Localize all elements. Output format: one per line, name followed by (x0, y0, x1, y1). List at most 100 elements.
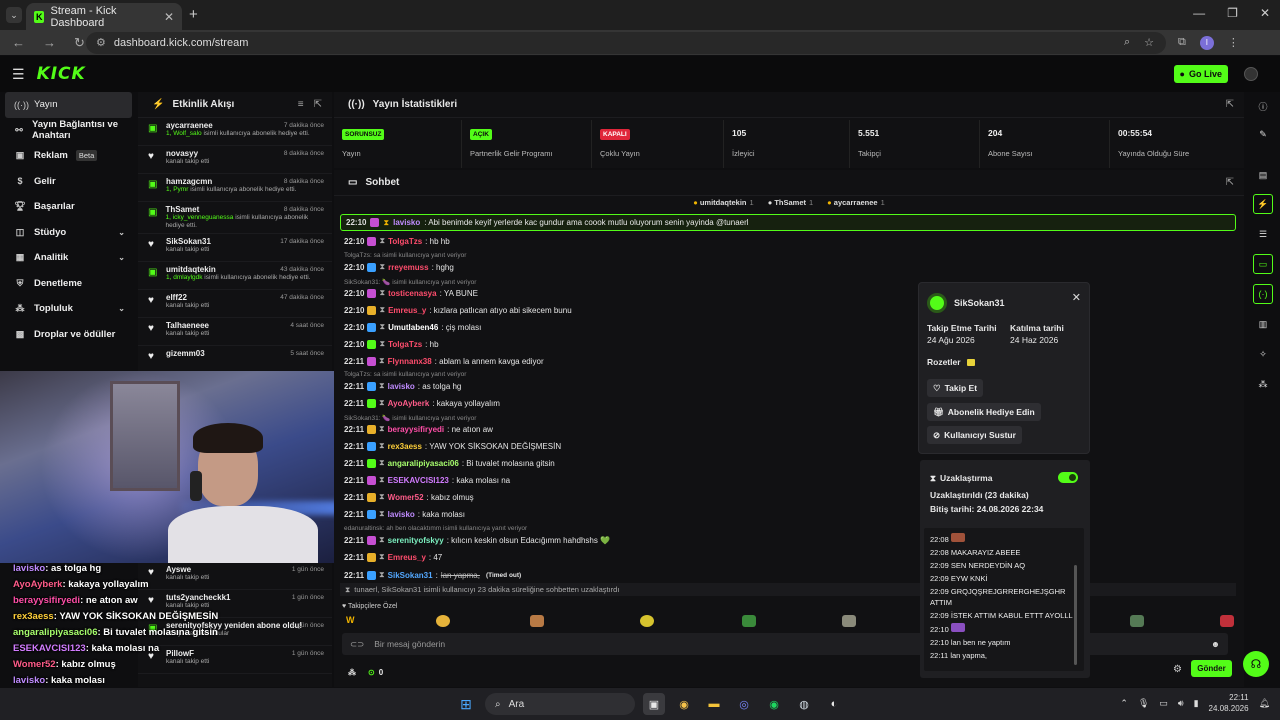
back-icon[interactable]: ← (12, 35, 25, 51)
notification-icon[interactable]: 🔔︎ (1259, 698, 1270, 709)
close-window-icon[interactable]: ✕ (1260, 6, 1270, 20)
event-username[interactable]: hamzagcmn (166, 177, 296, 186)
chat-message[interactable]: 22:11 ⧗ AyoAyberk: kakaya yollayalım (344, 398, 500, 408)
tools-icon[interactable]: ✧ (1253, 344, 1273, 364)
activity-event[interactable]: ▣ hamzagcmn 1, Pymr isimli kullanıcıya abo… (138, 174, 332, 202)
chat-rail-icon[interactable]: ▭ (1253, 254, 1273, 274)
battery-icon[interactable]: ▮ (1194, 698, 1199, 709)
highlighted-message[interactable]: 22:10 ⧗ lavisko : Abi benimde keyif yerl… (340, 214, 1236, 231)
steam-icon[interactable]: ◍ (793, 693, 815, 715)
chevron-down-icon[interactable]: ⌄ (118, 228, 125, 237)
filter-icon[interactable]: ≡ (298, 99, 304, 110)
url-field[interactable]: ⚙ dashboard.kick.com/stream ⌕ ☆ (86, 31, 1166, 54)
chat-message[interactable]: 22:11 ⧗ lavisko: as tolga hg (344, 381, 461, 391)
chat-message[interactable]: 22:10 ⧗ tosticenasya: YA BUNE (344, 288, 478, 298)
task-view-icon[interactable]: ▣ (643, 693, 665, 715)
activity-event[interactable]: ▣ ThSamet 1, icky_venneguanessa isimli kul… (138, 202, 332, 235)
chat-input[interactable]: ⊂⊃ Bir mesaj gönderin ☻ (342, 633, 1228, 655)
activity-event[interactable]: ▣ umitdaqtekin 1, dmlaylgdk isimli kullanı… (138, 262, 332, 291)
site-info-icon[interactable]: ⚙ (96, 36, 106, 49)
message-username[interactable]: lavisko (388, 382, 415, 391)
bookmark-star-icon[interactable]: ☆ (1144, 36, 1154, 49)
close-popup-icon[interactable]: ✕ (1072, 291, 1081, 304)
tab-search-icon[interactable]: ⌄ (6, 7, 22, 23)
volume-icon[interactable]: 🔊︎ (1178, 698, 1184, 709)
emote-w-icon[interactable]: W (346, 615, 360, 627)
activity-event[interactable]: ▣ aycarraenee 1, Wolf_salo isimli kullanıc… (138, 118, 332, 146)
emote-cat-icon[interactable] (842, 615, 856, 627)
top-gifter[interactable]: ● aycarraenee 1 (827, 198, 885, 210)
tray-chevron-icon[interactable]: ⌃ (1120, 698, 1128, 709)
chat-message[interactable]: 22:10 ⧗ rreyemuss: hghg (344, 262, 454, 272)
browser-tab[interactable]: K Stream - Kick Dashboard ✕ (26, 3, 182, 30)
sidebar-item[interactable]: 🏆︎ Başarılar (0, 194, 137, 220)
emote-pic-icon[interactable] (530, 615, 544, 627)
taskbar-search[interactable]: ⌕ Ara (485, 693, 635, 715)
chevron-down-icon[interactable]: ⌄ (118, 253, 125, 262)
activity-event[interactable]: ♥ SikSokan31 kanalı takip etti 17 dakika ön… (138, 234, 332, 263)
chat-message[interactable]: 22:11 ⧗ lavisko: kaka molası (344, 509, 465, 519)
gift-sub-button[interactable]: 🎁︎ Abonelik Hediye Edin (927, 403, 1041, 421)
message-username[interactable]: TolgaTzs (388, 237, 422, 246)
message-username[interactable]: lavisko (388, 510, 415, 519)
sidebar-item[interactable]: ◫ Stüdyo ⌄ (0, 220, 137, 246)
top-gifter[interactable]: ● ThSamet 1 (768, 198, 813, 210)
layout-icon[interactable]: ▤ (1253, 165, 1273, 185)
windows-start-icon[interactable]: ⊞ (455, 693, 477, 715)
file-explorer-icon[interactable]: ▬ (703, 693, 725, 715)
sidebar-item[interactable]: ▩ Droplar ve ödüller (0, 322, 137, 348)
chat-message[interactable]: 22:11 ⧗ Emreus_y: 47 (344, 552, 442, 562)
message-username[interactable]: ESEKAVCISI123 (388, 476, 449, 485)
event-username[interactable]: gizemm03 (166, 349, 205, 358)
emote-face-icon[interactable] (436, 615, 450, 627)
chat-message[interactable]: 22:11 ⧗ rex3aess: YAW YOK SİKSOKAN DEĞİŞME… (344, 441, 561, 451)
message-username[interactable]: lavisko (393, 218, 420, 227)
chrome-icon[interactable]: ◉ (673, 693, 695, 715)
community-icon[interactable]: ⁂ (348, 668, 356, 677)
obs-icon[interactable]: ◐ (823, 693, 845, 715)
chat-message[interactable]: 22:11 ⧗ angaralipiyasaci06: Bi tuvalet mol… (344, 458, 555, 468)
message-username[interactable]: serenityofskyy (388, 536, 444, 545)
mic-icon[interactable]: 🎙︎ (1138, 698, 1149, 709)
tab-close-icon[interactable]: ✕ (164, 10, 174, 24)
chevron-down-icon[interactable]: ⌄ (118, 304, 125, 313)
chat-message[interactable]: 22:10 ⧗ TolgaTzs: hb (344, 339, 439, 349)
follow-button[interactable]: ♡ Takip Et (927, 379, 984, 397)
sidebar-item[interactable]: $ Gelir (0, 169, 137, 195)
spotify-icon[interactable]: ◉ (763, 693, 785, 715)
sidebar-item[interactable]: ▣ Reklam Beta (0, 143, 137, 169)
chat-message[interactable]: 22:11 ⧗ SikSokan31: lan yapma, (Timed out) (344, 570, 521, 580)
emote-frog-icon[interactable] (742, 615, 756, 627)
sidebar-item[interactable]: ⛨ Denetleme (0, 271, 137, 297)
activity-event[interactable]: ♥ novasyy kanalı takip etti 8 dakika önce (138, 146, 332, 174)
message-username[interactable]: Emreus_y (388, 553, 426, 562)
chat-message[interactable]: 22:11 ⧗ ESEKAVCISI123: kaka molası na (344, 475, 510, 485)
stats-rail-icon[interactable]: (·) (1253, 284, 1273, 304)
help-chat-icon[interactable]: ☊ (1243, 651, 1269, 677)
message-username[interactable]: rex3aess (388, 442, 422, 451)
emote-pepe-icon[interactable] (1130, 615, 1144, 627)
message-username[interactable]: AyoAyberk (388, 399, 430, 408)
top-gifter[interactable]: ● umitdaqtekin 1 (693, 198, 753, 210)
sidebar-item[interactable]: ((·)) Yayın (5, 92, 132, 118)
mute-user-button[interactable]: ⊘ Kullanıcıyı Sustur (927, 426, 1022, 444)
edit-icon[interactable]: ✎ (1253, 124, 1273, 144)
message-username[interactable]: TolgaTzs (388, 340, 422, 349)
hamburger-menu-icon[interactable]: ☰ (12, 66, 25, 83)
discord-icon[interactable]: ◎ (733, 693, 755, 715)
message-username[interactable]: Emreus_y (388, 306, 426, 315)
user-card-username[interactable]: SikSokan31 (954, 298, 1005, 308)
list-icon[interactable]: ☰ (1253, 224, 1273, 244)
event-username[interactable]: SikSokan31 (166, 237, 211, 246)
message-username[interactable]: Umutlaben46 (388, 323, 438, 332)
emote-red-icon[interactable] (1220, 615, 1234, 627)
restore-icon[interactable]: ❐ (1227, 6, 1238, 20)
activity-rail-icon[interactable]: ⚡ (1253, 194, 1273, 214)
emote-bar[interactable]: W (344, 615, 1234, 629)
chat-message[interactable]: 22:10 ⧗ Emreus_y: kızlara patlıcan atıyo a… (344, 305, 572, 315)
extensions-icon[interactable]: ⧉ (1178, 36, 1186, 49)
message-username[interactable]: rreyemuss (388, 263, 428, 272)
go-live-button[interactable]: ● Go Live (1173, 65, 1228, 83)
message-username[interactable]: tosticenasya (388, 289, 436, 298)
chat-settings-icon[interactable]: ⚙ (1173, 664, 1182, 675)
